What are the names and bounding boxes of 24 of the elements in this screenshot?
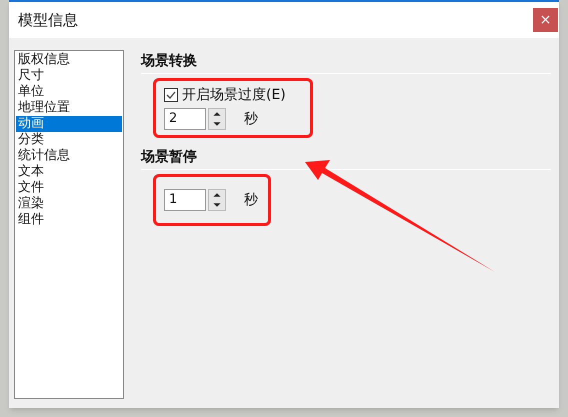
list-item[interactable]: 尺寸 [16,68,122,84]
close-button[interactable]: × [533,8,558,32]
list-item[interactable]: 单位 [16,84,122,100]
list-item[interactable]: 分类 [16,132,122,148]
list-item[interactable]: 组件 [16,212,122,228]
list-item[interactable]: 文件 [16,180,122,196]
unit-label: 秒 [244,190,258,210]
list-item[interactable]: 统计信息 [16,148,122,164]
number-field[interactable]: 1 [164,189,206,211]
section-title: 场景暂停 [141,148,198,167]
unit-label: 秒 [244,110,258,128]
list-item[interactable]: 地理位置 [16,100,122,116]
list-item[interactable]: 动画 [16,116,122,132]
section-title: 场景转换 [141,52,198,71]
check-icon [166,91,176,99]
checkbox-label: 开启场景过度(E) [182,86,286,104]
checkbox[interactable] [164,88,178,102]
number-field[interactable]: 2 [164,108,206,130]
spin-buttons[interactable] [208,189,226,211]
window-title: 模型信息 [18,10,78,31]
spin-buttons[interactable] [208,108,226,130]
list-item[interactable]: 渲染 [16,196,122,212]
list-item[interactable]: 文本 [16,164,122,180]
list-item[interactable]: 版权信息 [16,52,122,68]
